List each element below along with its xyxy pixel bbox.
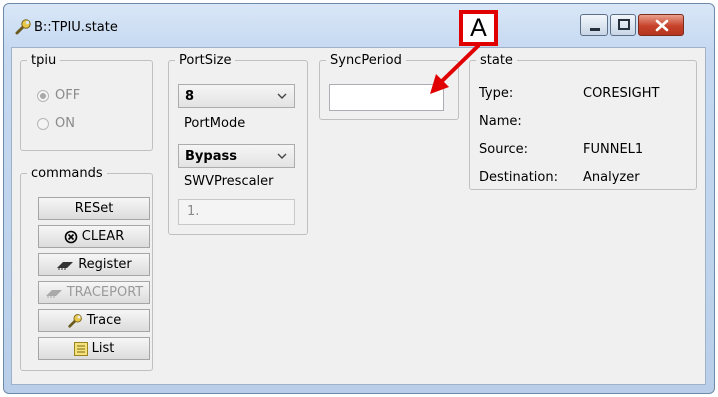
tpiu-on-radio[interactable]: ON: [37, 116, 75, 131]
traceport-label: TRACEPORT: [66, 285, 144, 300]
tpiu-group: tpiu OFF ON: [20, 53, 153, 151]
state-source-value: FUNNEL1: [583, 142, 644, 157]
minimize-icon: [590, 28, 600, 31]
wrench-icon: [68, 313, 82, 328]
register-button[interactable]: Register: [38, 253, 150, 276]
clear-label: CLEAR: [81, 229, 125, 244]
syncperiod-legend: SyncPeriod: [330, 53, 402, 68]
list-icon: [73, 341, 88, 356]
minimize-button[interactable]: [580, 14, 608, 36]
chip-icon: [45, 289, 62, 298]
state-destination-key: Destination:: [479, 170, 558, 185]
close-button[interactable]: [638, 14, 684, 36]
dialog-body: tpiu OFF ON commands RESet CLEAR Registe…: [11, 47, 706, 385]
trace-label: Trace: [86, 313, 122, 328]
state-source-key: Source:: [479, 142, 529, 157]
port-group: PortSize 8 PortMode Bypass SWVPrescaler …: [168, 53, 308, 235]
reset-button[interactable]: RESet: [38, 197, 150, 220]
callout-label-a: A: [459, 10, 498, 46]
syncperiod-input[interactable]: [329, 84, 444, 111]
syncperiod-group: SyncPeriod: [319, 53, 459, 120]
state-type-value: CORESIGHT: [583, 86, 660, 101]
tpiu-off-label: OFF: [55, 88, 81, 103]
radio-unselected-icon: [37, 117, 49, 130]
wrench-icon: [15, 19, 31, 35]
list-label: List: [91, 341, 115, 356]
state-destination-value: Analyzer: [583, 170, 640, 185]
chip-icon: [57, 261, 74, 270]
portmode-value: Bypass: [185, 148, 237, 164]
maximize-icon: [618, 19, 630, 30]
register-label: Register: [78, 257, 132, 272]
clear-circle-icon: [64, 230, 78, 243]
state-group: state Type: CORESIGHT Name: Source: FUNN…: [469, 53, 697, 190]
state-type-key: Type:: [479, 86, 514, 101]
state-legend: state: [480, 53, 513, 68]
portsize-select[interactable]: 8: [178, 84, 295, 108]
window-title: B::TPIU.state: [34, 20, 118, 35]
maximize-button[interactable]: [610, 14, 636, 36]
list-button[interactable]: List: [38, 337, 150, 360]
radio-selected-icon: [37, 89, 49, 102]
commands-legend: commands: [31, 166, 103, 181]
close-icon: [655, 19, 669, 32]
portmode-select[interactable]: Bypass: [178, 144, 295, 168]
portsize-value: 8: [185, 88, 195, 104]
commands-group: commands RESet CLEAR Register TRACEPORT …: [20, 166, 153, 371]
trace-button[interactable]: Trace: [38, 309, 150, 332]
tpiu-on-label: ON: [55, 116, 75, 131]
state-name-key: Name:: [479, 114, 522, 129]
traceport-button[interactable]: TRACEPORT: [38, 281, 150, 304]
title-bar[interactable]: B::TPIU.state: [4, 4, 714, 48]
window: B::TPIU.state tpiu OFF ON commands RESet…: [3, 3, 715, 394]
clear-button[interactable]: CLEAR: [38, 225, 150, 248]
portsize-legend: PortSize: [179, 53, 232, 68]
swvprescaler-field[interactable]: 1.: [178, 199, 295, 225]
swvprescaler-legend: SWVPrescaler: [181, 174, 277, 189]
reset-label: RESet: [74, 201, 114, 216]
tpiu-off-radio[interactable]: OFF: [37, 88, 80, 103]
portmode-legend: PortMode: [181, 116, 249, 131]
chevron-down-icon: [277, 93, 287, 99]
chevron-down-icon: [277, 153, 287, 159]
tpiu-legend: tpiu: [31, 53, 57, 68]
